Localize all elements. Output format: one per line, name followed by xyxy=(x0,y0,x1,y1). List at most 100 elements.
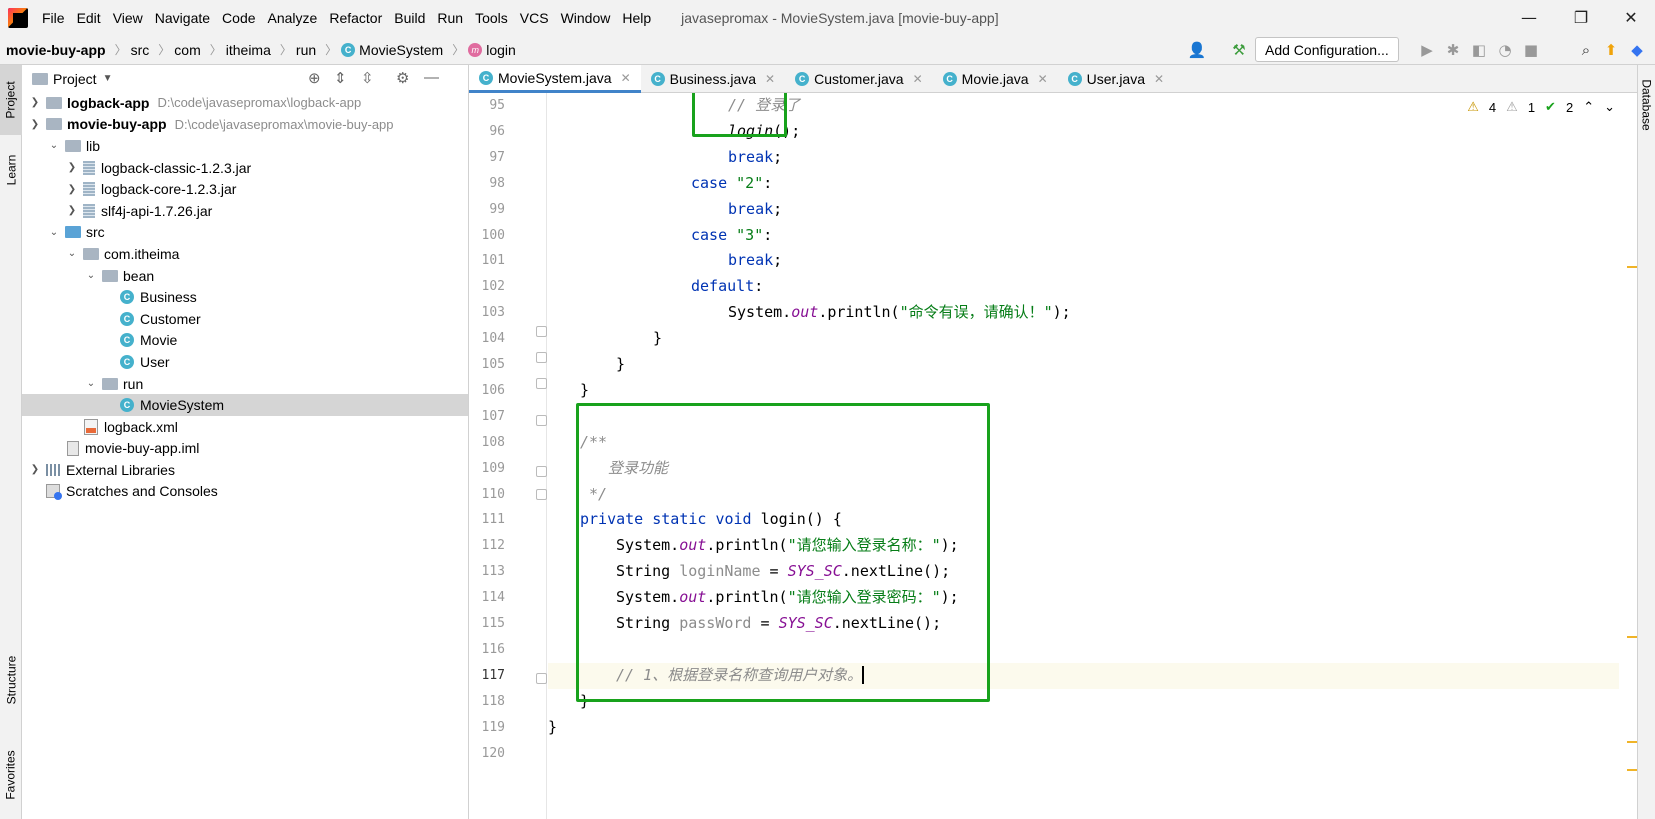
minimize-icon[interactable]: — xyxy=(1506,0,1552,35)
error-stripe-marker[interactable] xyxy=(1627,769,1637,771)
menu-view[interactable]: View xyxy=(107,10,149,26)
code-editor[interactable]: 95 96 97 98 99 100 101 102 103 104 105 1… xyxy=(469,93,1637,819)
fold-marker-icon[interactable] xyxy=(536,466,547,477)
tree-item-package[interactable]: ⌄ bean xyxy=(22,265,468,287)
tree-item-package[interactable]: ⌄ run xyxy=(22,373,468,395)
tool-tab-database[interactable]: Database xyxy=(1638,65,1655,145)
tree-item-jar[interactable]: ❯ slf4j-api-1.7.26.jar xyxy=(22,200,468,222)
tool-tab-favorites[interactable]: Favorites xyxy=(0,735,22,815)
tree-item-external-libraries[interactable]: ❯ External Libraries xyxy=(22,459,468,481)
tree-item-jar[interactable]: ❯ logback-core-1.2.3.jar xyxy=(22,178,468,200)
gear-icon[interactable]: ⚙ xyxy=(396,69,409,87)
tree-item-logback-app[interactable]: ❯ logback-app D:\code\javasepromax\logba… xyxy=(22,92,468,114)
fold-marker-icon[interactable] xyxy=(536,352,547,363)
chevron-right-icon[interactable]: ❯ xyxy=(65,205,79,216)
breadcrumb-itheima[interactable]: itheima xyxy=(226,42,271,58)
chevron-down-icon[interactable]: ⌄ xyxy=(47,227,61,238)
tree-item-class-selected[interactable]: C MovieSystem xyxy=(22,394,468,416)
breadcrumb-moviesystem[interactable]: MovieSystem xyxy=(359,42,443,58)
tree-item-jar[interactable]: ❯ logback-classic-1.2.3.jar xyxy=(22,157,468,179)
restore-icon[interactable]: ❐ xyxy=(1558,0,1604,35)
error-stripe-marker[interactable] xyxy=(1627,636,1637,638)
tab-moviesystem[interactable]: C MovieSystem.java ✕ xyxy=(469,65,641,93)
menu-edit[interactable]: Edit xyxy=(71,10,107,26)
menu-file[interactable]: File xyxy=(36,10,71,26)
tool-tab-learn[interactable]: Learn xyxy=(0,140,22,200)
breadcrumb-com[interactable]: com xyxy=(174,42,200,58)
tool-tab-project[interactable]: Project xyxy=(0,65,22,135)
build-hammer-icon[interactable]: ⚒ xyxy=(1228,39,1250,61)
tab-movie[interactable]: C Movie.java ✕ xyxy=(933,65,1058,93)
tree-item-file[interactable]: logback.xml xyxy=(22,416,468,438)
breadcrumb-run[interactable]: run xyxy=(296,42,316,58)
chevron-right-icon[interactable]: ❯ xyxy=(28,464,42,475)
menu-vcs[interactable]: VCS xyxy=(514,10,555,26)
user-icon[interactable]: 👤 xyxy=(1186,39,1208,61)
tree-item-movie-buy-app[interactable]: ❯ movie-buy-app D:\code\javasepromax\mov… xyxy=(22,114,468,136)
chevron-right-icon[interactable]: ❯ xyxy=(65,184,79,195)
menu-analyze[interactable]: Analyze xyxy=(262,10,324,26)
locate-icon[interactable]: ⊕ xyxy=(308,69,321,87)
collapse-all-icon[interactable]: ⇳ xyxy=(361,69,374,87)
chevron-right-icon[interactable]: ❯ xyxy=(65,162,79,173)
breadcrumb-login[interactable]: login xyxy=(486,42,516,58)
menu-tools[interactable]: Tools xyxy=(469,10,514,26)
plugin-logo-icon[interactable]: ◆ xyxy=(1626,39,1648,61)
debug-icon[interactable]: ✱ xyxy=(1442,39,1464,61)
close-icon[interactable]: ✕ xyxy=(913,72,923,86)
tree-item-class[interactable]: C Business xyxy=(22,286,468,308)
hide-icon[interactable]: — xyxy=(424,69,439,86)
fold-marker-icon[interactable] xyxy=(536,489,547,500)
expand-all-icon[interactable]: ⇕ xyxy=(334,69,347,87)
close-icon[interactable]: ✕ xyxy=(1038,72,1048,86)
tree-item-class[interactable]: C Movie xyxy=(22,330,468,352)
tree-item-class[interactable]: C Customer xyxy=(22,308,468,330)
tool-tab-structure[interactable]: Structure xyxy=(0,640,22,720)
breadcrumb-project[interactable]: movie-buy-app xyxy=(6,42,106,58)
close-icon[interactable]: ✕ xyxy=(765,72,775,86)
menu-run[interactable]: Run xyxy=(431,10,469,26)
chevron-down-icon[interactable]: ❯ xyxy=(28,119,42,130)
chevron-down-icon[interactable]: ⌄ xyxy=(84,378,98,389)
error-stripe-marker[interactable] xyxy=(1627,741,1637,743)
tree-item-src[interactable]: ⌄ src xyxy=(22,222,468,244)
profile-icon[interactable]: ◔ xyxy=(1494,39,1516,61)
chevron-down-icon[interactable]: ⌄ xyxy=(47,140,61,151)
tree-item-class[interactable]: C User xyxy=(22,351,468,373)
error-stripe-marker[interactable] xyxy=(1627,266,1637,268)
menu-build[interactable]: Build xyxy=(388,10,431,26)
close-icon[interactable]: ✕ xyxy=(1154,72,1164,86)
update-icon[interactable]: ⬆ xyxy=(1600,39,1622,61)
chevron-down-icon[interactable]: ▼ xyxy=(103,73,113,84)
menu-code[interactable]: Code xyxy=(216,10,261,26)
chevron-right-icon[interactable]: ❯ xyxy=(28,97,42,108)
chevron-down-icon[interactable]: ⌄ xyxy=(65,248,79,259)
chevron-down-icon[interactable]: ⌄ xyxy=(1604,99,1615,115)
tab-user[interactable]: C User.java ✕ xyxy=(1058,65,1174,93)
fold-marker-icon[interactable] xyxy=(536,415,547,426)
search-icon[interactable]: ⌕ xyxy=(1575,39,1597,61)
inspection-widget[interactable]: ⚠ 4 ⚠ 1 ✔ 2 ⌃ ⌄ xyxy=(1467,99,1615,115)
coverage-icon[interactable]: ◧ xyxy=(1468,39,1490,61)
tree-item-scratches[interactable]: Scratches and Consoles xyxy=(22,481,468,503)
tree-item-lib[interactable]: ⌄ lib xyxy=(22,135,468,157)
close-icon[interactable]: ✕ xyxy=(621,71,631,85)
fold-marker-icon[interactable] xyxy=(536,326,547,337)
menu-help[interactable]: Help xyxy=(616,10,657,26)
tree-item-package[interactable]: ⌄ com.itheima xyxy=(22,243,468,265)
chevron-down-icon[interactable]: ⌄ xyxy=(84,270,98,281)
add-configuration-button[interactable]: Add Configuration... xyxy=(1255,37,1399,62)
menu-window[interactable]: Window xyxy=(555,10,617,26)
tab-customer[interactable]: C Customer.java ✕ xyxy=(785,65,933,93)
project-panel-title[interactable]: Project xyxy=(53,71,97,87)
fold-marker-icon[interactable] xyxy=(536,673,547,684)
menu-navigate[interactable]: Navigate xyxy=(149,10,216,26)
tab-business[interactable]: C Business.java ✕ xyxy=(641,65,785,93)
run-icon[interactable]: ▶ xyxy=(1416,39,1438,61)
close-icon[interactable]: ✕ xyxy=(1608,0,1654,35)
tree-item-file[interactable]: movie-buy-app.iml xyxy=(22,438,468,460)
stop-icon[interactable]: ■ xyxy=(1520,39,1542,61)
menu-refactor[interactable]: Refactor xyxy=(323,10,388,26)
chevron-up-icon[interactable]: ⌃ xyxy=(1583,99,1594,115)
fold-marker-icon[interactable] xyxy=(536,378,547,389)
